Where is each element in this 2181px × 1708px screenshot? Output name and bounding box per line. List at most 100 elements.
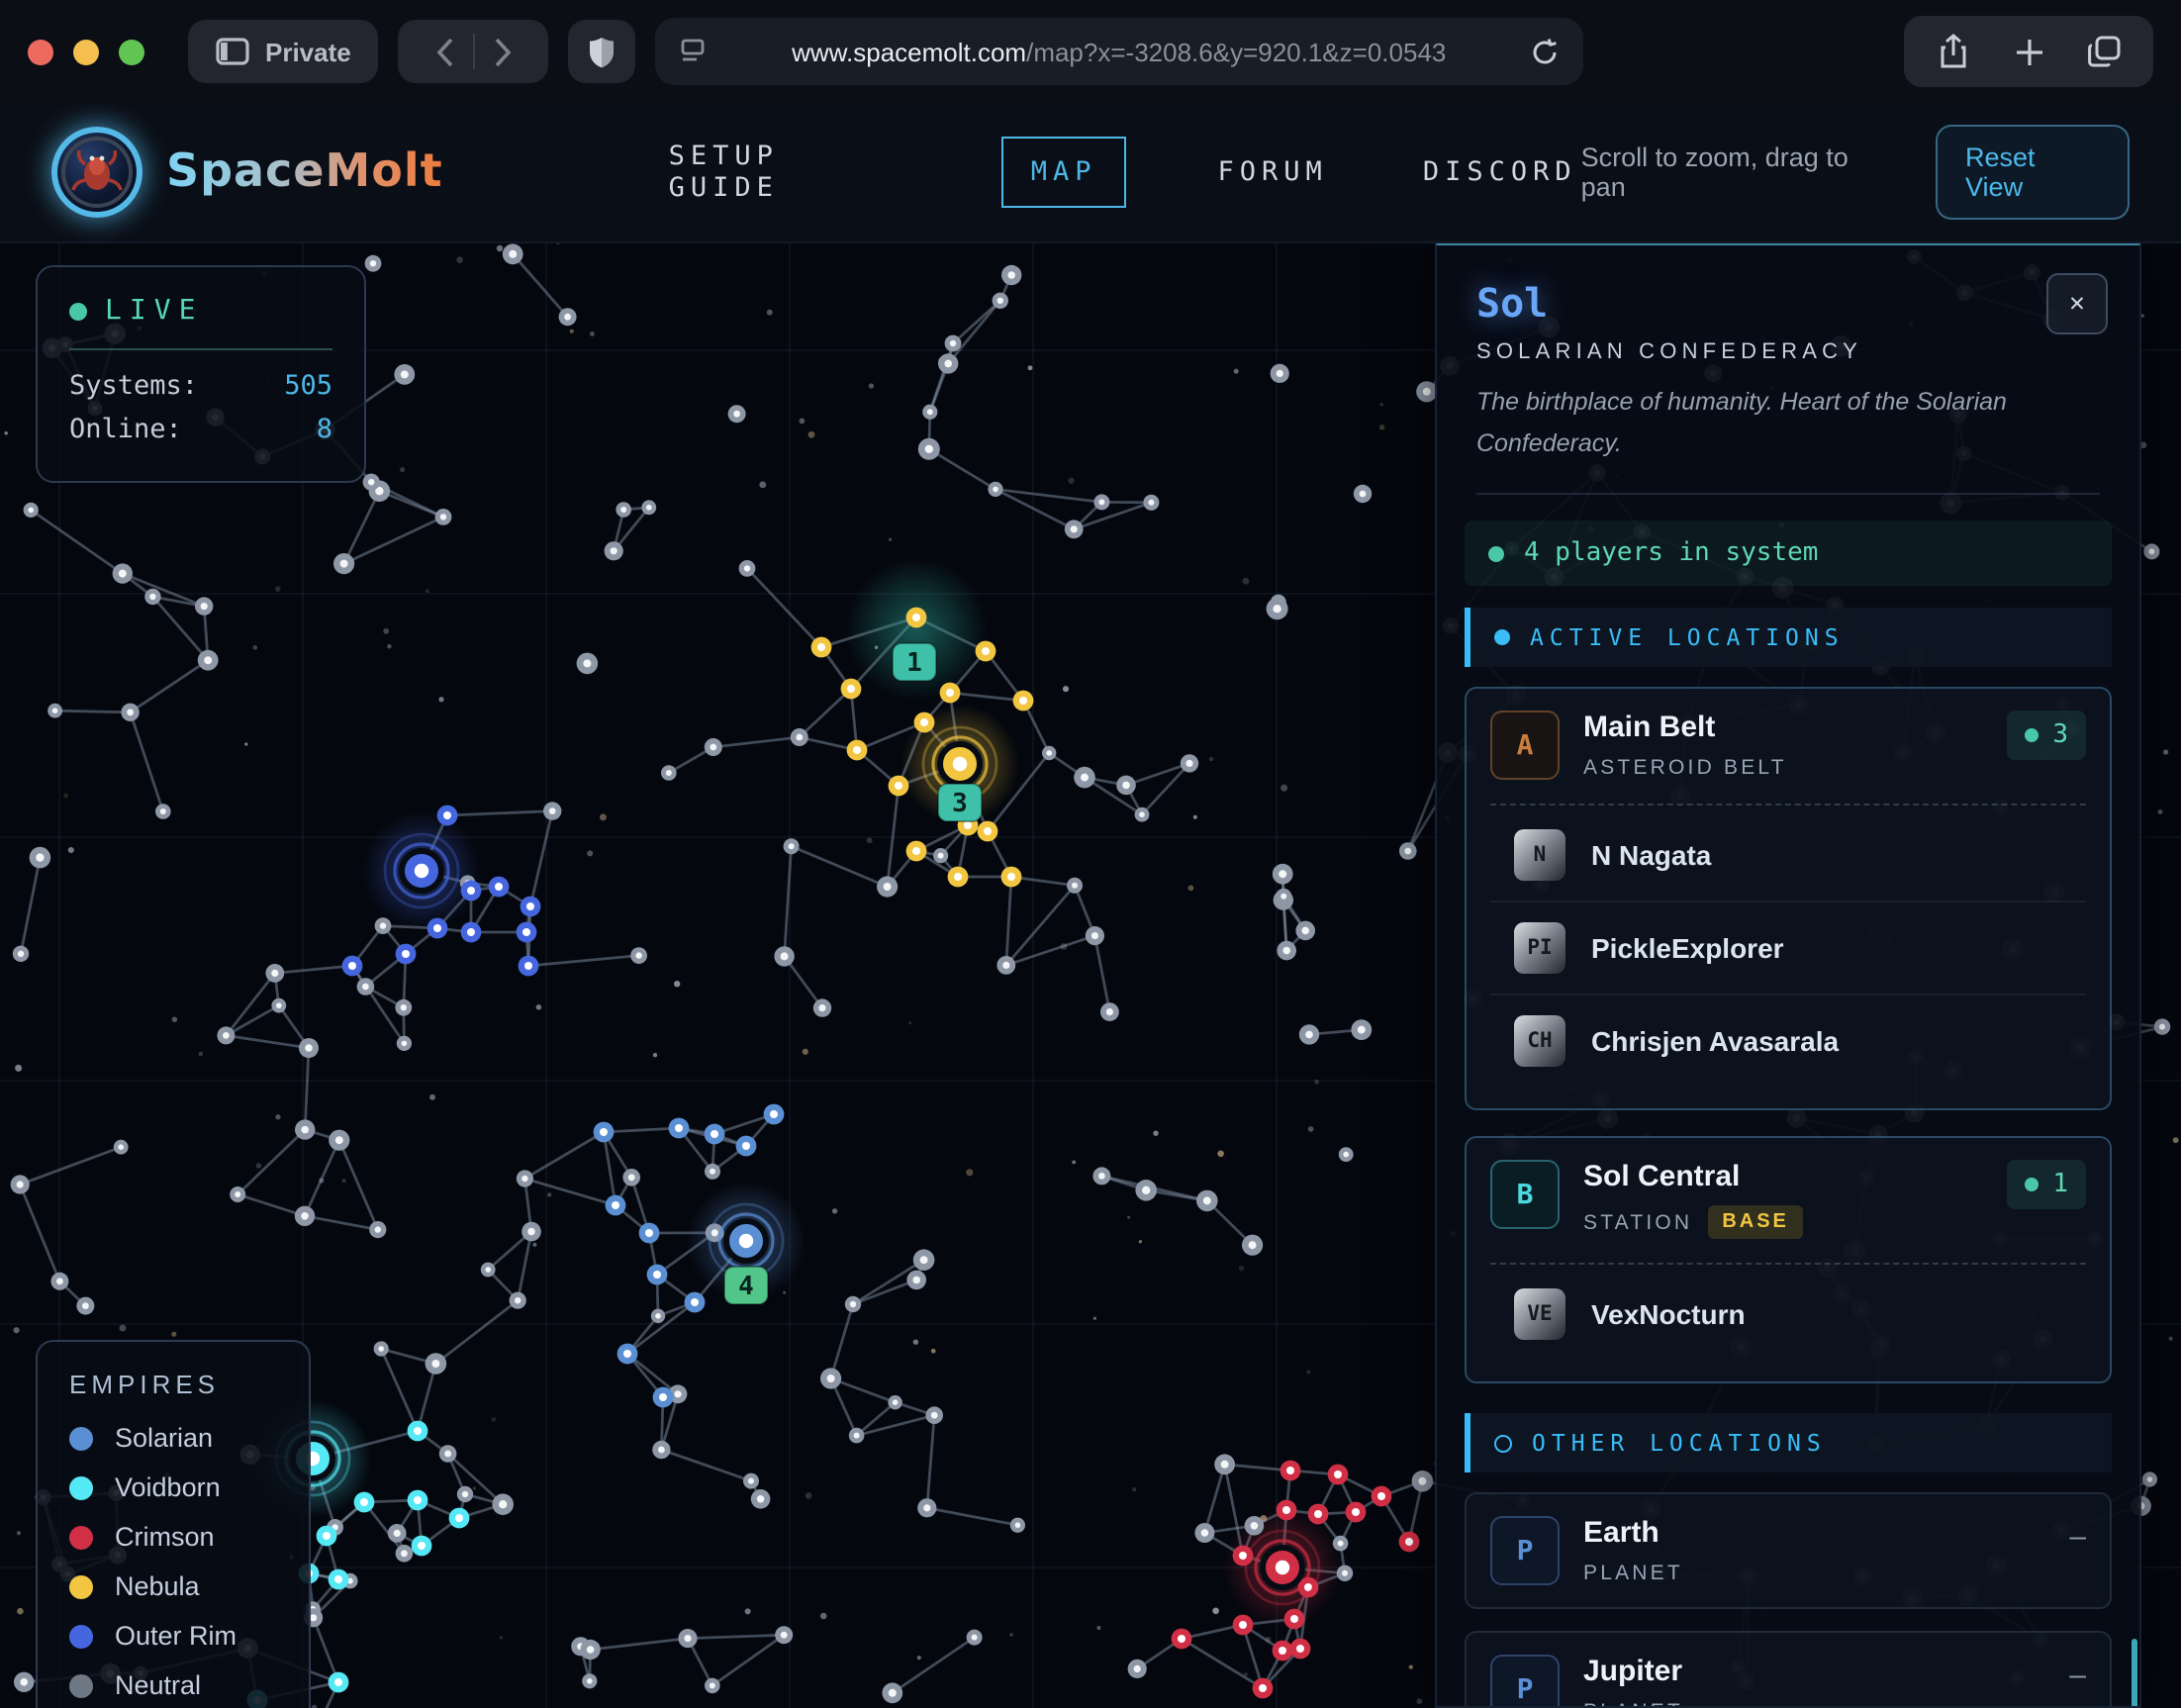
sidebar-icon	[216, 38, 249, 65]
nav-map[interactable]: MAP	[1001, 137, 1127, 208]
systems-count: 505	[284, 370, 332, 402]
nav-setup-guide[interactable]: SETUP GUIDE	[665, 123, 914, 222]
new-tab-button[interactable]	[1991, 37, 2066, 66]
legend-color-dot	[69, 1673, 93, 1697]
shield-icon	[589, 35, 616, 68]
nav-divider	[473, 34, 475, 69]
nav-discord[interactable]: DISCORD	[1419, 139, 1581, 206]
legend-label: Voidborn	[115, 1472, 221, 1502]
avatar: VE	[1514, 1289, 1565, 1341]
player-row[interactable]: PI PickleExplorer	[1490, 901, 2086, 995]
close-icon: ✕	[2069, 289, 2085, 319]
url-path: /map?x=-3208.6&y=920.1&z=0.0543	[1026, 37, 1446, 66]
tabs-icon	[2087, 36, 2121, 67]
site-header: SpaceMolt SETUP GUIDE MAP FORUM DISCORD …	[0, 103, 2181, 243]
legend-item-nebula: Nebula	[69, 1571, 277, 1601]
legend-color-dot	[69, 1475, 93, 1499]
privacy-shield-button[interactable]	[569, 20, 636, 83]
location-card-jupiter[interactable]: P Jupiter PLANET –	[1465, 1632, 2112, 1707]
avatar: N	[1514, 830, 1565, 882]
forward-icon[interactable]	[495, 37, 513, 66]
sidebar-scrollbar[interactable]	[2132, 1640, 2137, 1707]
system-detail-panel: Sol ✕ SOLARIAN CONFEDERACY The birthplac…	[1435, 241, 2141, 1708]
location-card-main-belt[interactable]: A Main Belt ASTEROID BELT 3 N N Na	[1465, 688, 2112, 1111]
empty-count-dash: –	[2069, 1660, 2086, 1693]
spacemolt-app: Private www.spacemolt.com/map?x=-3208.6&…	[0, 0, 2181, 1708]
avatar: PI	[1514, 923, 1565, 975]
nav-forum[interactable]: FORUM	[1214, 139, 1332, 206]
legend-color-dot	[69, 1426, 93, 1450]
back-icon[interactable]	[435, 37, 453, 66]
url-host: www.spacemolt.com	[792, 37, 1026, 66]
location-name: Sol Central	[1583, 1161, 1983, 1194]
player-count-badge: 1	[2007, 1161, 2086, 1210]
browser-toolbar: Private www.spacemolt.com/map?x=-3208.6&…	[0, 0, 2181, 103]
minimize-window-icon[interactable]	[73, 39, 99, 64]
crab-icon	[57, 133, 137, 212]
legend-color-dot	[69, 1525, 93, 1549]
main-nav: SETUP GUIDE MAP FORUM DISCORD	[665, 123, 1581, 222]
online-stat: Online: 8	[69, 414, 332, 445]
count-dot-icon	[2025, 1179, 2039, 1192]
reset-view-button[interactable]: Reset View	[1936, 125, 2130, 220]
svg-text:3: 3	[952, 789, 968, 818]
player-row[interactable]: CH Chrisjen Avasarala	[1490, 995, 2086, 1088]
legend-label: Outer Rim	[115, 1621, 237, 1651]
asteroid-belt-icon: A	[1490, 712, 1560, 781]
address-bar[interactable]: www.spacemolt.com/map?x=-3208.6&y=920.1&…	[656, 18, 1584, 85]
location-name: Jupiter	[1583, 1656, 2045, 1689]
tab-overview-button[interactable]	[2066, 36, 2141, 67]
live-divider	[69, 348, 332, 350]
close-panel-button[interactable]: ✕	[2046, 273, 2108, 334]
dashed-divider	[1490, 1264, 2086, 1266]
live-label: LIVE	[105, 295, 203, 327]
online-count: 8	[317, 414, 332, 445]
players-online-dot	[1488, 546, 1504, 562]
other-locations-header: OTHER LOCATIONS	[1465, 1414, 2112, 1473]
planet-icon: P	[1490, 1517, 1560, 1586]
brand-name[interactable]: SpaceMolt	[166, 146, 443, 198]
reload-icon[interactable]	[1531, 37, 1561, 66]
count-dot-icon	[2025, 729, 2039, 743]
share-icon	[1938, 34, 1969, 69]
map-viewport: 134 LIVE Systems: 505 Online: 8 EMPIRES …	[0, 241, 2181, 1708]
active-dot-icon	[1494, 630, 1510, 646]
player-row[interactable]: N N Nagata	[1490, 810, 2086, 901]
legend-label: Solarian	[115, 1423, 213, 1453]
spacemolt-logo[interactable]	[51, 127, 142, 218]
faction-name: SOLARIAN CONFEDERACY	[1476, 340, 2100, 364]
location-name: Main Belt	[1583, 712, 1983, 745]
system-name: Sol	[1476, 279, 2100, 327]
station-icon: B	[1490, 1161, 1560, 1230]
base-tag: BASE	[1708, 1206, 1803, 1240]
location-card-earth[interactable]: P Earth PLANET –	[1465, 1493, 2112, 1610]
empty-count-dash: –	[2069, 1521, 2086, 1555]
svg-text:1: 1	[906, 648, 922, 678]
map-badge-1: 1	[893, 643, 936, 681]
map-badge-3: 3	[938, 784, 982, 821]
location-type: PLANET	[1583, 1701, 2045, 1707]
plus-icon	[2014, 37, 2043, 66]
private-browsing-badge[interactable]: Private	[188, 20, 379, 83]
private-label: Private	[265, 37, 351, 66]
legend-item-solarian: Solarian	[69, 1423, 277, 1453]
map-hint-text: Scroll to zoom, drag to pan	[1581, 142, 1900, 202]
close-window-icon[interactable]	[28, 39, 53, 64]
legend-title: EMPIRES	[69, 1370, 277, 1399]
location-card-sol-central[interactable]: B Sol Central STATION BASE 1	[1465, 1137, 2112, 1384]
locations-scroll-area[interactable]: 4 players in system ACTIVE LOCATIONS A M…	[1437, 496, 2139, 1707]
legend-label: Nebula	[115, 1571, 200, 1601]
avatar: CH	[1514, 1016, 1565, 1068]
toolbar-actions	[1904, 16, 2153, 87]
location-type: STATION BASE	[1583, 1206, 1983, 1240]
maximize-window-icon[interactable]	[119, 39, 144, 64]
player-row[interactable]: VE VexNocturn	[1490, 1270, 2086, 1361]
player-count-badge: 3	[2007, 712, 2086, 761]
traffic-lights[interactable]	[28, 39, 144, 64]
reader-icon[interactable]	[680, 38, 708, 65]
legend-item-voidborn: Voidborn	[69, 1472, 277, 1502]
live-status-dot	[69, 302, 87, 320]
share-button[interactable]	[1916, 34, 1991, 69]
active-locations-header: ACTIVE LOCATIONS	[1465, 609, 2112, 668]
legend-item-neutral: Neutral	[69, 1670, 277, 1700]
